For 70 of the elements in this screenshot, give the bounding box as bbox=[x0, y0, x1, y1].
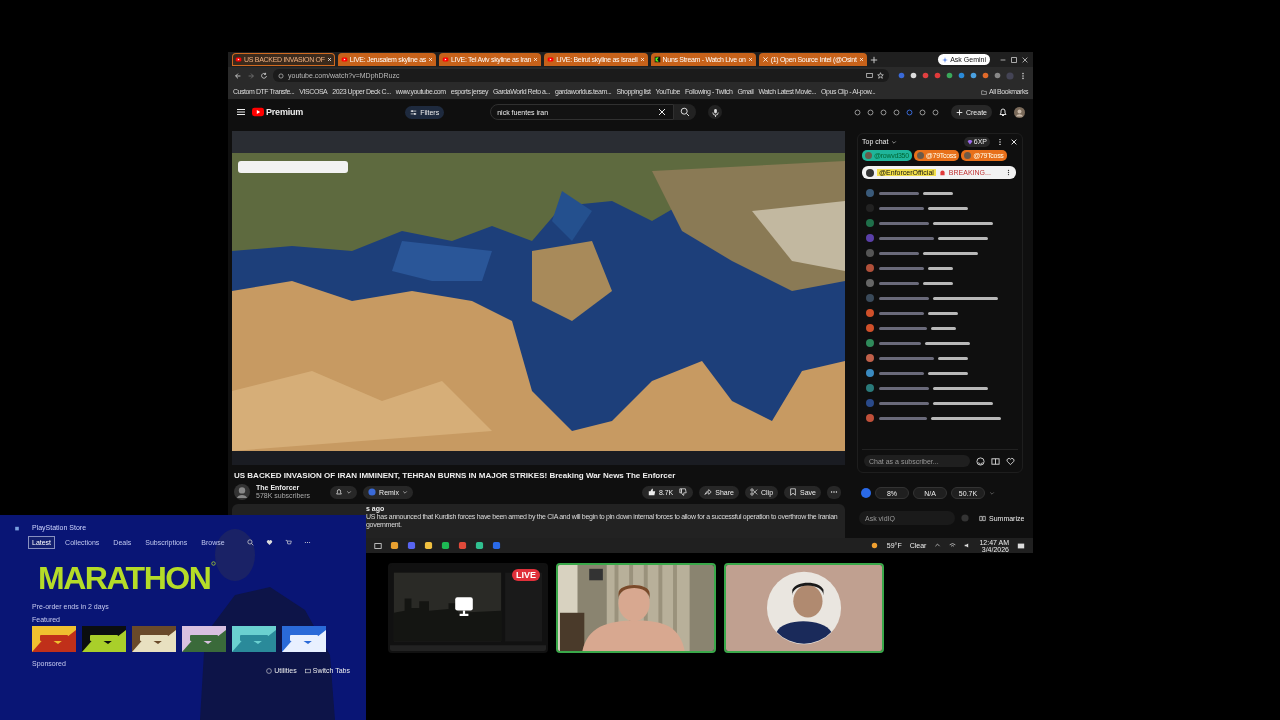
thumbs-down-icon bbox=[679, 488, 688, 496]
bell-icon bbox=[335, 488, 344, 496]
sun-icon bbox=[869, 541, 879, 550]
video-title: US BACKED INVASION OF IRAN IMMINENT, TEHRAN BURNS IN MAJOR STRIKES! Breaking War News The Enforcer bbox=[233, 471, 677, 480]
avatar-icon bbox=[964, 152, 972, 159]
clear-icon[interactable] bbox=[657, 107, 668, 117]
k-logo-icon bbox=[653, 56, 661, 63]
youtube-icon bbox=[441, 56, 449, 63]
close-icon[interactable] bbox=[1021, 55, 1029, 64]
plus-icon bbox=[956, 108, 963, 116]
site-info-icon bbox=[278, 72, 284, 79]
thumbs-up-icon bbox=[647, 488, 656, 496]
remix-icon bbox=[368, 488, 377, 496]
siren-icon bbox=[938, 169, 946, 176]
youtube-icon bbox=[547, 56, 555, 63]
youtube-logo-icon[interactable] bbox=[252, 106, 264, 118]
youtube-icon bbox=[235, 56, 242, 63]
gem-icon bbox=[966, 138, 973, 145]
scissors-icon bbox=[749, 488, 758, 496]
search-button[interactable] bbox=[674, 104, 697, 120]
wifi-icon[interactable] bbox=[949, 542, 957, 549]
logo-text[interactable]: Premium bbox=[266, 107, 304, 117]
card-icon[interactable] bbox=[991, 456, 1000, 466]
more-icon[interactable] bbox=[996, 137, 1004, 146]
avatar-icon bbox=[865, 152, 872, 159]
mic-icon bbox=[710, 107, 720, 117]
emoji-icon[interactable] bbox=[976, 456, 985, 466]
star-icon[interactable] bbox=[877, 72, 884, 79]
mic-button[interactable] bbox=[708, 105, 723, 119]
game-logo: MARATHON bbox=[38, 561, 211, 595]
cast-icon[interactable] bbox=[866, 72, 873, 79]
back-icon[interactable] bbox=[234, 71, 242, 80]
avatar-icon bbox=[916, 152, 924, 159]
book-icon bbox=[979, 514, 986, 522]
youtube-icon bbox=[340, 56, 348, 63]
caret-icon bbox=[401, 489, 408, 495]
notification-icon[interactable] bbox=[1017, 541, 1025, 550]
more-icon bbox=[830, 488, 838, 496]
sliders-icon bbox=[410, 108, 418, 116]
caret-icon bbox=[891, 138, 898, 145]
search-icon bbox=[680, 107, 691, 117]
menu-icon[interactable] bbox=[236, 107, 246, 117]
search-icon[interactable] bbox=[246, 538, 254, 546]
monitor-icon bbox=[453, 595, 475, 617]
maximize-icon[interactable] bbox=[1010, 55, 1018, 64]
tray-icon[interactable] bbox=[934, 542, 942, 549]
cart-icon[interactable] bbox=[284, 538, 292, 546]
new-tab-icon[interactable] bbox=[869, 55, 878, 64]
notifications-button[interactable] bbox=[330, 485, 358, 499]
x-logo-icon bbox=[761, 56, 769, 63]
options-icon bbox=[266, 667, 273, 674]
channel-avatar-icon[interactable] bbox=[234, 484, 250, 500]
more-icon[interactable] bbox=[1005, 169, 1012, 176]
dislike-button[interactable] bbox=[679, 488, 688, 496]
sparkle-icon bbox=[942, 56, 949, 63]
store-bag-icon bbox=[14, 524, 20, 531]
task-view-icon[interactable] bbox=[374, 541, 382, 550]
bookmark-icon bbox=[789, 488, 798, 496]
shoulder-button-icon bbox=[304, 667, 311, 674]
folder-icon bbox=[981, 88, 988, 95]
heart-icon[interactable] bbox=[1006, 456, 1015, 466]
more-button[interactable] bbox=[827, 485, 841, 499]
vidiq-icon[interactable] bbox=[861, 488, 871, 498]
ring-icon bbox=[211, 561, 217, 566]
caret-icon bbox=[346, 489, 353, 495]
heart-icon[interactable] bbox=[265, 538, 273, 546]
reload-icon[interactable] bbox=[260, 71, 268, 80]
share-icon bbox=[704, 488, 713, 496]
avatar-icon[interactable] bbox=[1014, 106, 1025, 118]
bell-icon[interactable] bbox=[998, 107, 1008, 117]
